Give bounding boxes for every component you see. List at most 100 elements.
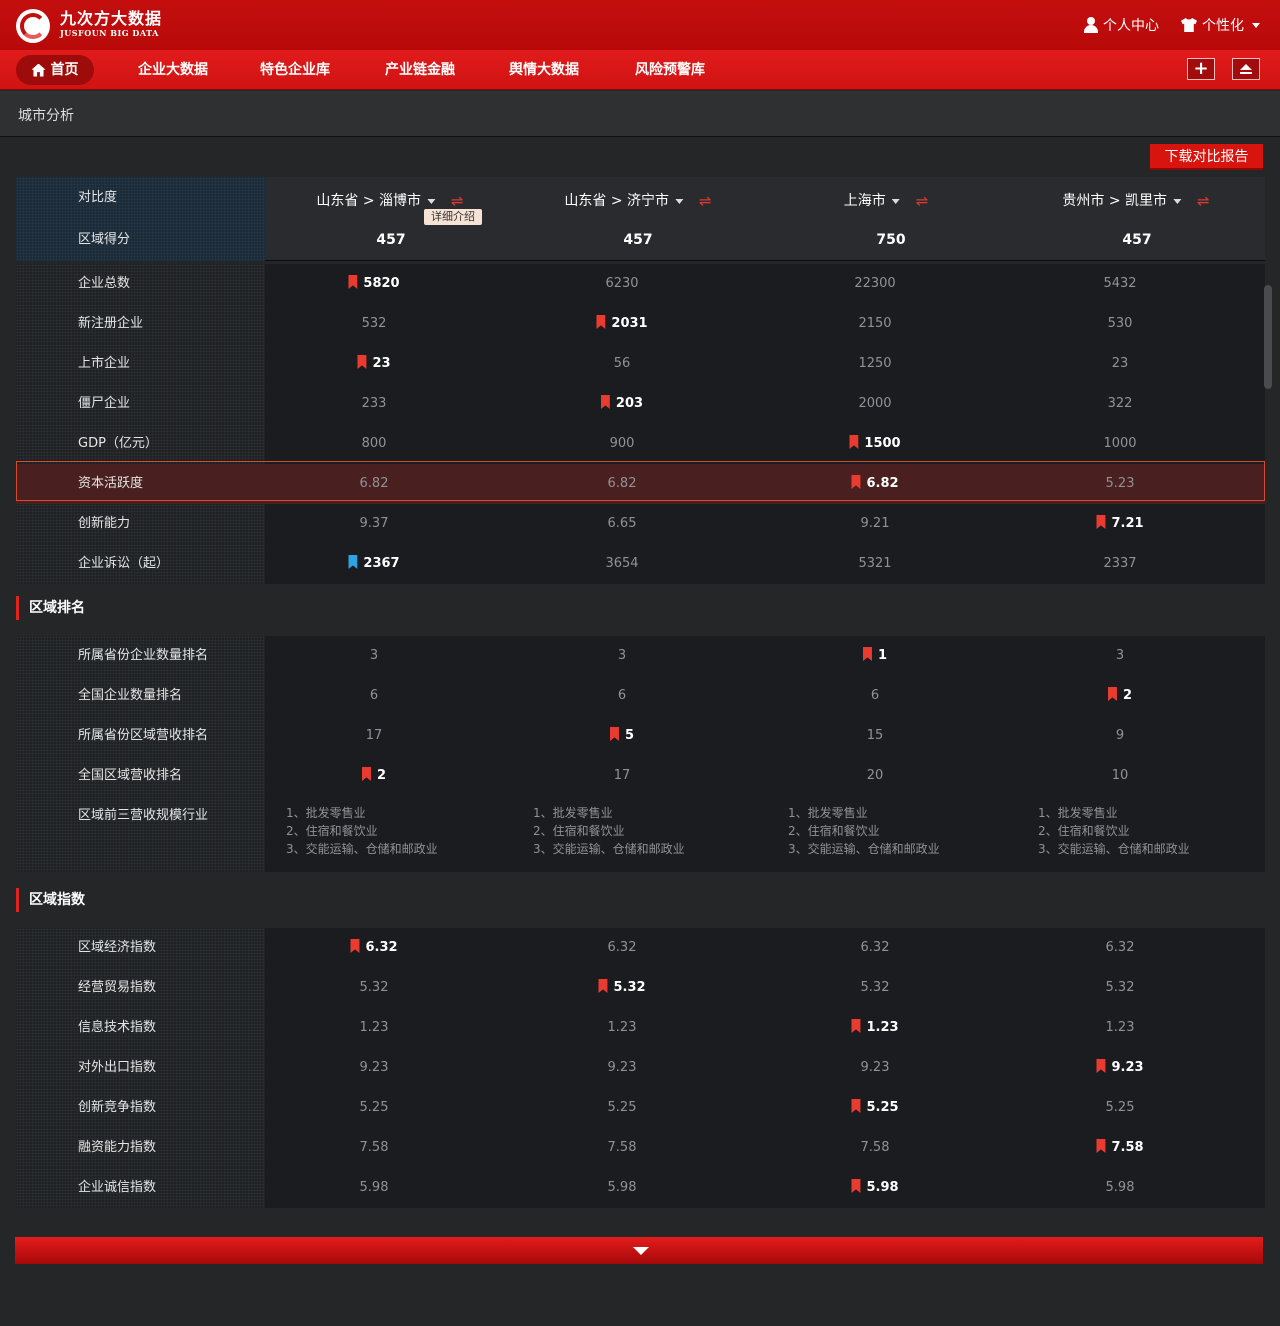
swap-icon[interactable]: ⇌ xyxy=(699,177,712,225)
table-cell: 1.23 xyxy=(851,1008,899,1048)
chevron-down-icon xyxy=(675,198,684,204)
region-select-1[interactable]: 山东省 > 济宁市 ⇌ xyxy=(564,177,711,219)
breadcrumb: 城市分析 xyxy=(0,91,1280,137)
top3-item: 1、批发零售业 xyxy=(533,806,613,820)
region-select-2[interactable]: 上海市 ⇌ xyxy=(844,177,929,219)
row-label: GDP（亿元） xyxy=(16,424,265,464)
cell-value: 5.32 xyxy=(359,980,389,995)
table-cell: 6.32 xyxy=(861,928,890,968)
bookmark-icon xyxy=(350,939,360,953)
top3-list: 1、批发零售业 2、住宿和餐饮业 3、交能运输、仓储和邮政业 xyxy=(788,804,940,858)
table-row: 所属省份企业数量排名 3 3 1 3 xyxy=(16,636,1265,676)
nav-risk-warning[interactable]: 风险预警库 xyxy=(635,55,705,85)
cell-value: 6.32 xyxy=(607,940,637,955)
table-row: 僵尸企业 233 203 2000 322 xyxy=(16,384,1265,424)
nav-home[interactable]: 首页 xyxy=(16,55,94,85)
bookmark-icon xyxy=(596,315,606,329)
cell-value: 17 xyxy=(365,728,383,743)
row-label: 资本活跃度 xyxy=(16,464,265,504)
nav-enterprise-bigdata[interactable]: 企业大数据 xyxy=(138,55,208,85)
region-score: 457 xyxy=(376,232,406,248)
table-cell: 22300 xyxy=(854,264,895,304)
table-row: 上市企业 23 56 1250 23 xyxy=(16,344,1265,384)
bookmark-icon xyxy=(851,1179,861,1193)
cell-value: 5.98 xyxy=(607,1180,637,1195)
detail-tooltip[interactable]: 详细介绍 xyxy=(424,209,482,225)
region-score: 457 xyxy=(623,232,653,248)
row-label: 区域经济指数 xyxy=(16,928,265,968)
cell-value: 5.32 xyxy=(860,980,890,995)
table-cell: 6.82 xyxy=(851,464,899,504)
top3-list: 1、批发零售业 2、住宿和餐饮业 3、交能运输、仓储和邮政业 xyxy=(286,804,438,858)
table-cell: 5.32 xyxy=(598,968,646,1008)
brand-logo-icon[interactable] xyxy=(16,9,50,43)
table-row: 经营贸易指数 5.32 5.32 5.32 5.32 xyxy=(16,968,1265,1008)
table-cell: 9 xyxy=(1116,716,1124,756)
table-cell: 2 xyxy=(361,756,386,796)
table-cell: 17 xyxy=(614,756,631,796)
personal-center-link[interactable]: 个人中心 xyxy=(1084,15,1159,35)
table-cell: 5.25 xyxy=(608,1088,637,1128)
cell-value: 2150 xyxy=(858,316,892,331)
table-cell: 532 xyxy=(362,304,387,344)
nav-public-opinion[interactable]: 舆情大数据 xyxy=(509,55,579,85)
chevron-down-icon xyxy=(1252,22,1260,28)
cell-value: 7.58 xyxy=(607,1140,637,1155)
score-label: 区域得分 xyxy=(16,219,265,261)
row-label: 所属省份区域营收排名 xyxy=(16,716,265,756)
add-button[interactable]: + xyxy=(1187,58,1215,80)
cell-value: 5.25 xyxy=(866,1100,899,1115)
bookmark-icon xyxy=(851,475,861,489)
cell-value: 5321 xyxy=(858,556,892,571)
row-label: 新注册企业 xyxy=(16,304,265,344)
table-cell: 3 xyxy=(370,636,378,676)
bookmark-icon xyxy=(361,767,371,781)
row-label: 区域前三营收规模行业 xyxy=(16,796,265,872)
collapse-button[interactable] xyxy=(1232,58,1260,80)
cell-value: 1250 xyxy=(858,356,892,371)
swap-icon[interactable]: ⇌ xyxy=(916,177,929,225)
ranking-table: 所属省份企业数量排名 3 3 1 3 全国企业数量排名 6 6 6 2 所属省份区域营收排名 17 5 1… xyxy=(16,636,1265,872)
table-cell: 9.23 xyxy=(1096,1048,1144,1088)
table-row: 对外出口指数 9.23 9.23 9.23 9.23 xyxy=(16,1048,1265,1088)
table-cell: 7.58 xyxy=(861,1128,890,1168)
table-cell: 2 xyxy=(1107,676,1132,716)
cell-value: 23 xyxy=(1111,356,1129,371)
customize-label: 个性化 xyxy=(1202,18,1244,34)
table-cell: 17 xyxy=(366,716,383,756)
top-bar: 九次方大数据 JUSFOUN BIG DATA 个人中心 个性化 xyxy=(0,0,1280,50)
brand-name-en: JUSFOUN BIG DATA xyxy=(60,28,159,38)
nav-featured-enterprises[interactable]: 特色企业库 xyxy=(260,55,330,85)
cell-value: 5.25 xyxy=(359,1100,389,1115)
scrollbar-thumb[interactable] xyxy=(1264,285,1272,389)
brand-logo-text[interactable]: 九次方大数据 JUSFOUN BIG DATA xyxy=(60,10,162,39)
table-row: 信息技术指数 1.23 1.23 1.23 1.23 xyxy=(16,1008,1265,1048)
row-label: 企业总数 xyxy=(16,264,265,304)
region-select-3[interactable]: 贵州市 > 凯里市 ⇌ xyxy=(1062,177,1209,219)
table-cell: 5.98 xyxy=(608,1168,637,1208)
expand-more-bar[interactable] xyxy=(15,1237,1263,1264)
table-cell: 203 xyxy=(600,384,643,424)
row-label: 全国企业数量排名 xyxy=(16,676,265,716)
top3-item: 1、批发零售业 xyxy=(788,806,868,820)
cell-value: 5.98 xyxy=(1105,1180,1135,1195)
table-cell: 7.58 xyxy=(608,1128,637,1168)
table-cell: 2367 xyxy=(348,544,400,584)
cell-value: 5432 xyxy=(1103,276,1137,291)
table-cell: 2150 xyxy=(858,304,891,344)
table-cell: 6230 xyxy=(605,264,638,304)
table-cell: 9.23 xyxy=(360,1048,389,1088)
swap-icon[interactable]: ⇌ xyxy=(1197,177,1210,225)
customize-dropdown[interactable]: 个性化 xyxy=(1181,15,1260,35)
comparison-header: 对比度 区域得分 山东省 > 淄博市 ⇌ 457 山东省 > 济宁市 ⇌ 457 上海市 ⇌ 7… xyxy=(16,177,1265,261)
region-name: 贵州市 > 凯里市 xyxy=(1062,193,1168,209)
download-report-button[interactable]: 下载对比报告 xyxy=(1150,144,1263,170)
table-cell: 5321 xyxy=(858,544,891,584)
cell-value: 56 xyxy=(613,356,631,371)
contrast-label: 对比度 xyxy=(16,177,265,219)
cell-value: 5.23 xyxy=(1105,476,1135,491)
nav-supply-chain-finance[interactable]: 产业链金融 xyxy=(385,55,455,85)
table-row: 新注册企业 532 2031 2150 530 xyxy=(16,304,1265,344)
row-label: 信息技术指数 xyxy=(16,1008,265,1048)
arrow-down-icon xyxy=(633,1247,649,1255)
